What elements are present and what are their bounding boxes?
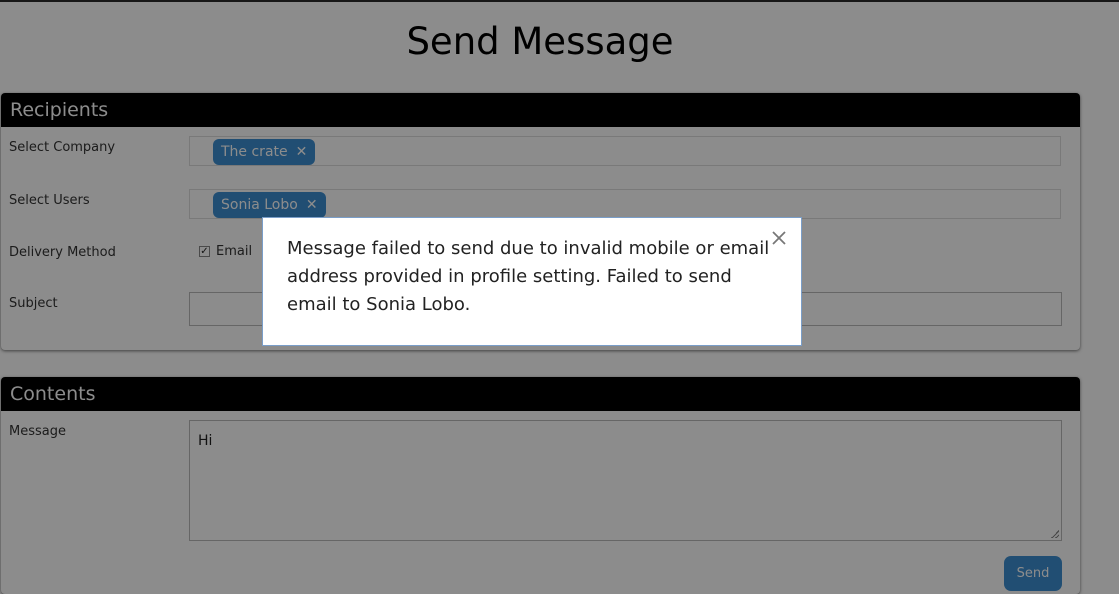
error-dialog: Message failed to send due to invalid mo… xyxy=(262,217,802,346)
error-message: Message failed to send due to invalid mo… xyxy=(287,238,770,315)
close-icon[interactable] xyxy=(769,228,789,248)
